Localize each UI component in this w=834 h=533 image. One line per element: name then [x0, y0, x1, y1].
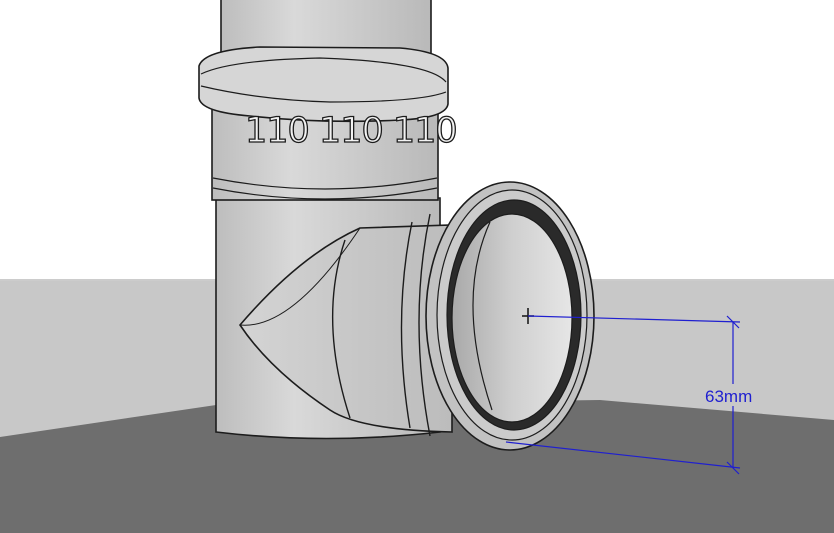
pipe-size-marking: 110 110 110 [245, 111, 457, 151]
3d-scene[interactable]: 110 110 110 63mm [0, 0, 834, 533]
socket-collar: 110 110 110 [198, 46, 458, 201]
dimension-label[interactable]: 63mm [705, 387, 752, 406]
modeling-viewport[interactable]: 110 110 110 63mm [0, 0, 834, 533]
branch-socket [425, 181, 595, 451]
